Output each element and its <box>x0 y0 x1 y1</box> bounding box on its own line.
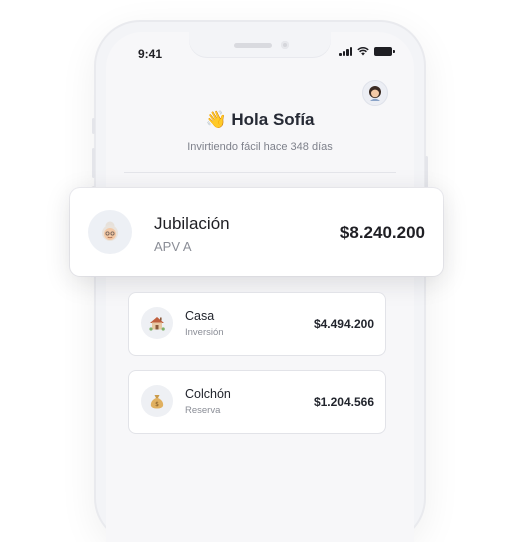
divider <box>124 172 396 173</box>
signal-icon <box>339 46 352 56</box>
goal-title: Casa <box>185 309 215 323</box>
woman-avatar-icon <box>369 86 381 101</box>
house-icon <box>149 317 165 331</box>
goal-title: Colchón <box>185 387 231 401</box>
goal-icon-circle <box>88 210 132 254</box>
featured-goal-amount: $8.240.200 <box>339 223 425 242</box>
goal-subtitle: Reserva <box>185 405 221 416</box>
greeting-title: 👋 Hola Sofía <box>106 110 414 130</box>
battery-icon <box>374 47 395 56</box>
notch <box>189 32 331 58</box>
goal-card-colchon[interactable]: $ Colchón Reserva $1.204.566 <box>128 370 386 434</box>
featured-goal-card[interactable]: Jubilación APV A $8.240.200 <box>70 188 443 276</box>
goal-subtitle: Inversión <box>185 327 224 338</box>
wifi-icon <box>357 47 369 56</box>
elderly-woman-icon <box>102 221 118 241</box>
goal-amount: $4.494.200 <box>313 317 374 331</box>
goal-card-casa[interactable]: Casa Inversión $4.494.200 <box>128 292 386 356</box>
status-icons <box>339 46 395 56</box>
goal-amount: $1.204.566 <box>313 395 374 409</box>
status-time: 9:41 <box>138 47 163 61</box>
speaker <box>234 43 272 48</box>
featured-goal-subtitle: APV A <box>154 239 192 254</box>
goal-icon-circle: $ <box>141 385 173 417</box>
waving-hand-icon: 👋 <box>205 110 227 129</box>
mute-switch <box>92 118 95 134</box>
camera <box>281 41 289 49</box>
money-bag-icon: $ <box>150 395 164 409</box>
volume-up-button <box>92 148 95 178</box>
goal-icon-circle <box>141 307 173 339</box>
featured-goal-title: Jubilación <box>154 214 230 233</box>
greeting-text: Hola Sofía <box>231 110 315 129</box>
phone-frame: 9:41 👋 Hola Sofía Invirtiendo fácil hace… <box>92 22 428 542</box>
svg-text:$: $ <box>155 401 159 408</box>
phone-screen: 9:41 👋 Hola Sofía Invirtiendo fácil hace… <box>106 32 414 542</box>
avatar[interactable] <box>362 80 388 106</box>
greeting-subtitle: Invirtiendo fácil hace 348 días <box>187 141 333 153</box>
